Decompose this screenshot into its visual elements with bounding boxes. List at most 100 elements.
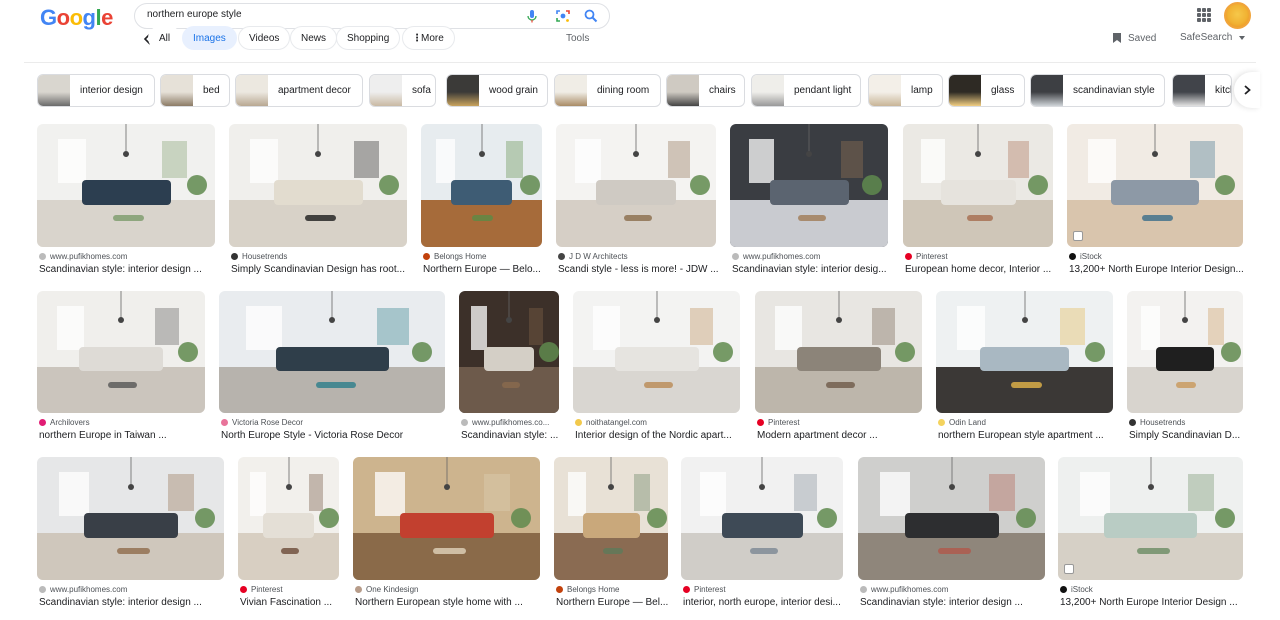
tab-videos[interactable]: Videos: [238, 26, 291, 50]
chip-bed[interactable]: bed: [160, 74, 230, 107]
result-thumbnail[interactable]: [459, 291, 559, 413]
image-result[interactable]: www.pufikhomes.com Scandinavian style: in…: [730, 124, 888, 281]
result-thumbnail[interactable]: [858, 457, 1045, 580]
tab-shopping[interactable]: Shopping: [336, 26, 401, 50]
result-title[interactable]: Northern European style home with ...: [355, 597, 548, 608]
image-result[interactable]: iStock 13,200+ North Europe Interior Desi…: [1058, 457, 1243, 614]
image-result[interactable]: Belongs Home Northern Europe — Bel...: [554, 457, 668, 614]
image-result[interactable]: Archilovers northern Europe in Taiwan ...: [37, 291, 205, 447]
chip-glass[interactable]: glass: [948, 74, 1025, 107]
result-thumbnail[interactable]: [37, 291, 205, 413]
result-thumbnail[interactable]: [219, 291, 445, 413]
image-result[interactable]: Victoria Rose Decor North Europe Style - …: [219, 291, 445, 447]
image-result[interactable]: noithatangel.com Interior design of the N…: [573, 291, 740, 447]
image-result[interactable]: www.pufikhomes.com Scandinavian style: in…: [37, 457, 224, 614]
result-title[interactable]: Modern apartment decor ...: [757, 430, 930, 441]
result-source[interactable]: Pinterest: [905, 252, 948, 261]
result-thumbnail[interactable]: [1067, 124, 1243, 247]
result-source[interactable]: www.pufikhomes.com: [39, 252, 127, 261]
account-avatar[interactable]: [1224, 2, 1251, 29]
result-source[interactable]: noithatangel.com: [575, 418, 647, 427]
result-source[interactable]: Victoria Rose Decor: [221, 418, 303, 427]
result-thumbnail[interactable]: [353, 457, 540, 580]
image-result[interactable]: Pinterest Modern apartment decor ...: [755, 291, 922, 447]
result-thumbnail[interactable]: [37, 124, 215, 247]
image-result[interactable]: Pinterest European home decor, Interior .…: [903, 124, 1053, 281]
safesearch-dropdown[interactable]: SafeSearch: [1180, 32, 1246, 43]
result-title[interactable]: Vivian Fascination ...: [240, 597, 347, 608]
chip-apartment-decor[interactable]: apartment decor: [235, 74, 363, 107]
result-title[interactable]: Interior design of the Nordic apart...: [575, 430, 748, 441]
result-thumbnail[interactable]: [1058, 457, 1243, 580]
chip-dining-room[interactable]: dining room: [554, 74, 661, 107]
result-thumbnail[interactable]: [730, 124, 888, 247]
chip-chairs[interactable]: chairs: [666, 74, 745, 107]
result-thumbnail[interactable]: [238, 457, 339, 580]
result-source[interactable]: Pinterest: [757, 418, 800, 427]
image-result[interactable]: Pinterest Vivian Fascination ...: [238, 457, 339, 614]
image-result[interactable]: Pinterest interior, north europe, interio…: [681, 457, 843, 614]
result-source[interactable]: iStock: [1069, 252, 1102, 261]
result-title[interactable]: Scandinavian style: interior design ...: [39, 264, 223, 275]
image-result[interactable]: Odin Land northern European style apartme…: [936, 291, 1113, 447]
tab-news[interactable]: News: [290, 26, 338, 50]
result-title[interactable]: northern Europe in Taiwan ...: [39, 430, 213, 441]
chip-sofa[interactable]: sofa: [369, 74, 436, 107]
apps-grid-icon[interactable]: [1197, 8, 1211, 22]
result-thumbnail[interactable]: [556, 124, 716, 247]
result-source[interactable]: Belongs Home: [556, 585, 619, 594]
chip-interior-design[interactable]: interior design: [37, 74, 155, 107]
image-result[interactable]: www.pufikhomes.com Scandinavian style: in…: [858, 457, 1045, 614]
result-source[interactable]: www.pufikhomes.co...: [461, 418, 549, 427]
result-title[interactable]: Simply Scandinavian Design has root...: [231, 264, 415, 275]
image-result[interactable]: Housetrends Simply Scandinavian Design ha…: [229, 124, 407, 281]
result-thumbnail[interactable]: [755, 291, 922, 413]
chip-wood-grain[interactable]: wood grain: [446, 74, 548, 107]
result-title[interactable]: Northern Europe — Belo...: [423, 264, 550, 275]
microphone-icon[interactable]: [524, 8, 540, 24]
image-result[interactable]: Housetrends Simply Scandinavian D...: [1127, 291, 1243, 447]
tab-images[interactable]: Images: [182, 26, 237, 50]
result-title[interactable]: Scandinavian style: ...: [461, 430, 567, 441]
result-title[interactable]: Scandinavian style: interior design ...: [860, 597, 1053, 608]
result-title[interactable]: 13,200+ North Europe Interior Design ...: [1060, 597, 1251, 608]
tools-button[interactable]: Tools: [566, 33, 589, 44]
image-result[interactable]: One Kindesign Northern European style hom…: [353, 457, 540, 614]
result-title[interactable]: Simply Scandinavian D...: [1129, 430, 1251, 441]
result-source[interactable]: Archilovers: [39, 418, 90, 427]
result-source[interactable]: Housetrends: [1129, 418, 1185, 427]
result-title[interactable]: Scandi style - less is more! - JDW ...: [558, 264, 724, 275]
result-thumbnail[interactable]: [573, 291, 740, 413]
chip-kitch[interactable]: kitch: [1172, 74, 1232, 107]
image-result[interactable]: J D W Architects Scandi style - less is m…: [556, 124, 719, 281]
result-title[interactable]: European home decor, Interior ...: [905, 264, 1061, 275]
result-source[interactable]: Pinterest: [240, 585, 283, 594]
result-source[interactable]: Housetrends: [231, 252, 287, 261]
result-thumbnail[interactable]: [903, 124, 1053, 247]
chip-pendant-light[interactable]: pendant light: [751, 74, 861, 107]
result-source[interactable]: Belongs Home: [423, 252, 486, 261]
image-result[interactable]: www.pufikhomes.com Scandinavian style: in…: [37, 124, 215, 281]
result-source[interactable]: Odin Land: [938, 418, 986, 427]
result-title[interactable]: Northern Europe — Bel...: [556, 597, 676, 608]
image-result[interactable]: www.pufikhomes.co... Scandinavian style: …: [459, 291, 559, 447]
result-title[interactable]: North Europe Style - Victoria Rose Decor: [221, 430, 453, 441]
result-thumbnail[interactable]: [936, 291, 1113, 413]
saved-button[interactable]: Saved: [1112, 32, 1156, 44]
result-source[interactable]: One Kindesign: [355, 585, 418, 594]
tab-all[interactable]: All: [148, 26, 182, 50]
result-thumbnail[interactable]: [1127, 291, 1243, 413]
result-thumbnail[interactable]: [37, 457, 224, 580]
image-result[interactable]: Belongs Home Northern Europe — Belo...: [421, 124, 542, 281]
tab-more[interactable]: ⋮ More: [402, 26, 455, 50]
lens-icon[interactable]: [555, 8, 571, 24]
result-thumbnail[interactable]: [681, 457, 843, 580]
result-thumbnail[interactable]: [554, 457, 668, 580]
result-title[interactable]: interior, north europe, interior desi...: [683, 597, 851, 608]
result-thumbnail[interactable]: [229, 124, 407, 247]
chip-scandinavian-style[interactable]: scandinavian style: [1030, 74, 1165, 107]
result-title[interactable]: Scandinavian style: interior design ...: [39, 597, 232, 608]
search-icon[interactable]: [583, 8, 599, 24]
result-source[interactable]: iStock: [1060, 585, 1093, 594]
result-title[interactable]: northern European style apartment ...: [938, 430, 1121, 441]
